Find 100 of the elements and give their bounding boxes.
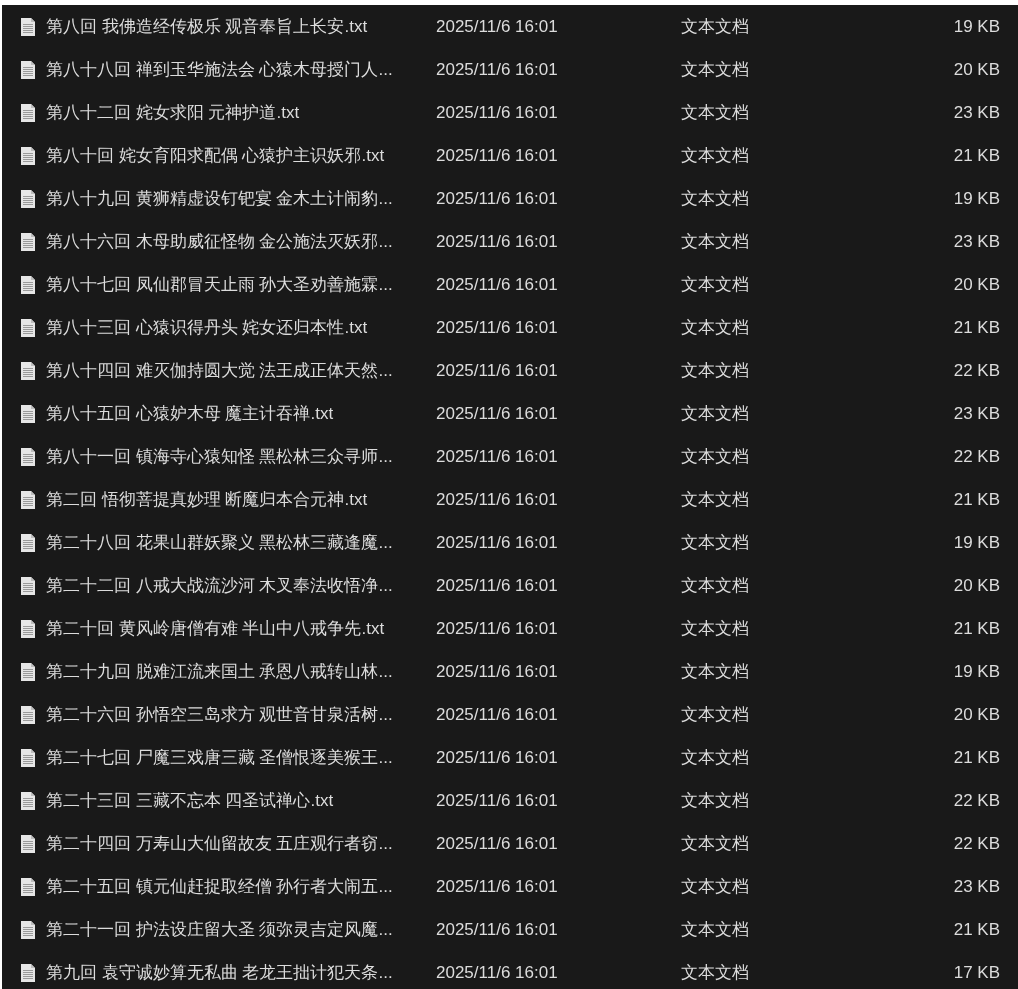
file-name[interactable]: 第八十五回 心猿妒木母 魔主计吞禅.txt [46, 402, 436, 425]
text-file-icon [20, 532, 36, 553]
file-name[interactable]: 第八十七回 凤仙郡冒天止雨 孙大圣劝善施霖... [46, 273, 436, 296]
file-name[interactable]: 第二十五回 镇元仙赶捉取经僧 孙行者大闹五... [46, 875, 436, 898]
file-size: 23 KB [953, 230, 1000, 253]
file-size: 21 KB [953, 316, 1000, 339]
modified-date: 2025/11/6 16:01 [436, 875, 559, 898]
file-name[interactable]: 第八十九回 黄狮精虚设钉钯宴 金木土计闹豹... [46, 187, 436, 210]
text-file-icon [20, 231, 36, 252]
text-file-icon [20, 790, 36, 811]
file-type: 文本文档 [681, 918, 750, 941]
modified-date: 2025/11/6 16:01 [436, 58, 559, 81]
file-name[interactable]: 第八十三回 心猿识得丹头 姹女还归本性.txt [46, 316, 436, 339]
text-file-icon [20, 876, 36, 897]
file-name[interactable]: 第二十九回 脱难江流来国土 承恩八戒转山林... [46, 660, 436, 683]
modified-date: 2025/11/6 16:01 [436, 359, 559, 382]
text-file-icon [20, 489, 36, 510]
file-name[interactable]: 第二十一回 护法设庄留大圣 须弥灵吉定风魔... [46, 918, 436, 941]
file-name[interactable]: 第八十八回 禅到玉华施法会 心猿木母授门人... [46, 58, 436, 81]
file-type: 文本文档 [681, 58, 750, 81]
file-type: 文本文档 [681, 445, 750, 468]
file-type: 文本文档 [681, 617, 750, 640]
text-file-icon [20, 59, 36, 80]
modified-date: 2025/11/6 16:01 [436, 230, 559, 253]
file-size: 20 KB [953, 58, 1000, 81]
modified-date: 2025/11/6 16:01 [436, 144, 559, 167]
modified-date: 2025/11/6 16:01 [436, 746, 559, 769]
modified-date: 2025/11/6 16:01 [436, 789, 559, 812]
text-file-icon [20, 403, 36, 424]
file-type: 文本文档 [681, 187, 750, 210]
text-file-icon [20, 962, 36, 983]
file-name[interactable]: 第八十六回 木母助威征怪物 金公施法灭妖邪... [46, 230, 436, 253]
file-size: 22 KB [953, 832, 1000, 855]
file-size: 19 KB [953, 660, 1000, 683]
file-name[interactable]: 第八回 我佛造经传极乐 观音奉旨上长安.txt [46, 15, 436, 38]
text-file-icon [20, 145, 36, 166]
file-size: 21 KB [953, 617, 1000, 640]
text-file-icon [20, 188, 36, 209]
modified-date: 2025/11/6 16:01 [436, 961, 559, 984]
modified-date: 2025/11/6 16:01 [436, 617, 559, 640]
file-name[interactable]: 第二十二回 八戒大战流沙河 木叉奉法收悟净... [46, 574, 436, 597]
modified-date: 2025/11/6 16:01 [436, 445, 559, 468]
text-file-icon [20, 747, 36, 768]
modified-date: 2025/11/6 16:01 [436, 316, 559, 339]
file-size: 19 KB [953, 531, 1000, 554]
file-size: 20 KB [953, 273, 1000, 296]
file-type: 文本文档 [681, 273, 750, 296]
file-name[interactable]: 第八十一回 镇海寺心猿知怪 黑松林三众寻师... [46, 445, 436, 468]
file-type: 文本文档 [681, 230, 750, 253]
text-file-icon [20, 317, 36, 338]
file-type: 文本文档 [681, 144, 750, 167]
file-size: 19 KB [953, 187, 1000, 210]
text-file-icon [20, 704, 36, 725]
file-type: 文本文档 [681, 531, 750, 554]
file-type: 文本文档 [681, 660, 750, 683]
modified-date: 2025/11/6 16:01 [436, 273, 559, 296]
modified-date: 2025/11/6 16:01 [436, 531, 559, 554]
file-type: 文本文档 [681, 746, 750, 769]
modified-date: 2025/11/6 16:01 [436, 574, 559, 597]
text-file-icon [20, 102, 36, 123]
text-file-icon [20, 618, 36, 639]
file-type: 文本文档 [681, 316, 750, 339]
file-size: 21 KB [953, 488, 1000, 511]
modified-date: 2025/11/6 16:01 [436, 187, 559, 210]
file-name[interactable]: 第八十二回 姹女求阳 元神护道.txt [46, 101, 436, 124]
file-size: 20 KB [953, 574, 1000, 597]
file-name[interactable]: 第二十回 黄风岭唐僧有难 半山中八戒争先.txt [46, 617, 436, 640]
file-type: 文本文档 [681, 875, 750, 898]
file-type: 文本文档 [681, 574, 750, 597]
file-name[interactable]: 第二十三回 三藏不忘本 四圣试禅心.txt [46, 789, 436, 812]
file-name[interactable]: 第二十八回 花果山群妖聚义 黑松林三藏逢魔... [46, 531, 436, 554]
modified-date: 2025/11/6 16:01 [436, 15, 559, 38]
file-size: 22 KB [953, 359, 1000, 382]
file-size: 17 KB [953, 961, 1000, 984]
file-name[interactable]: 第二十六回 孙悟空三岛求方 观世音甘泉活树... [46, 703, 436, 726]
file-type: 文本文档 [681, 703, 750, 726]
file-name[interactable]: 第八十回 姹女育阳求配偶 心猿护主识妖邪.txt [46, 144, 436, 167]
file-name[interactable]: 第九回 袁守诚妙算无私曲 老龙王拙计犯天条... [46, 961, 436, 984]
file-name[interactable]: 第二十七回 尸魔三戏唐三藏 圣僧恨逐美猴王... [46, 746, 436, 769]
file-size: 21 KB [953, 746, 1000, 769]
file-type: 文本文档 [681, 101, 750, 124]
text-file-icon [20, 833, 36, 854]
file-size: 23 KB [953, 402, 1000, 425]
file-size: 21 KB [953, 144, 1000, 167]
modified-date: 2025/11/6 16:01 [436, 832, 559, 855]
file-name[interactable]: 第二十四回 万寿山大仙留故友 五庄观行者窃... [46, 832, 436, 855]
file-size: 21 KB [953, 918, 1000, 941]
modified-date: 2025/11/6 16:01 [436, 402, 559, 425]
modified-date: 2025/11/6 16:01 [436, 660, 559, 683]
file-size: 22 KB [953, 789, 1000, 812]
text-file-icon [20, 446, 36, 467]
file-name[interactable]: 第二回 悟彻菩提真妙理 断魔归本合元神.txt [46, 488, 436, 511]
text-file-icon [20, 16, 36, 37]
file-type: 文本文档 [681, 832, 750, 855]
file-size: 19 KB [953, 15, 1000, 38]
file-type: 文本文档 [681, 15, 750, 38]
modified-date: 2025/11/6 16:01 [436, 488, 559, 511]
file-name[interactable]: 第八十四回 难灭伽持圆大觉 法王成正体天然... [46, 359, 436, 382]
modified-date: 2025/11/6 16:01 [436, 703, 559, 726]
file-type: 文本文档 [681, 961, 750, 984]
